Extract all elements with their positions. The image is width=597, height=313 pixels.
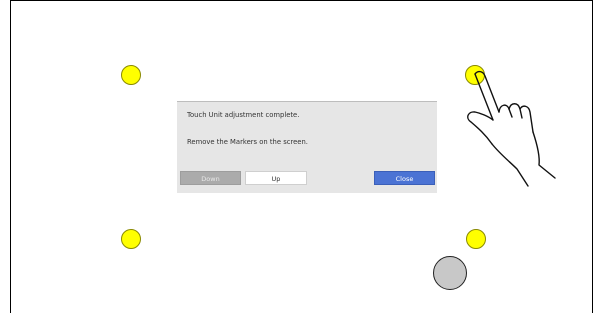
pointing-hand-icon: [467, 70, 556, 187]
marker-top-left[interactable]: [121, 65, 141, 85]
illustration-stage: Touch Unit adjustment complete. Remove t…: [0, 0, 597, 313]
marker-bottom-left[interactable]: [121, 229, 141, 249]
adjustment-complete-dialog: Touch Unit adjustment complete. Remove t…: [177, 101, 437, 193]
up-button[interactable]: Up: [245, 171, 307, 185]
round-gray-button-icon[interactable]: [433, 256, 467, 290]
dialog-instruction: Remove the Markers on the screen.: [187, 138, 308, 146]
close-button[interactable]: Close: [374, 171, 435, 185]
down-button[interactable]: Down: [180, 171, 241, 185]
dialog-message: Touch Unit adjustment complete.: [187, 111, 300, 119]
marker-bottom-right[interactable]: [466, 229, 486, 249]
